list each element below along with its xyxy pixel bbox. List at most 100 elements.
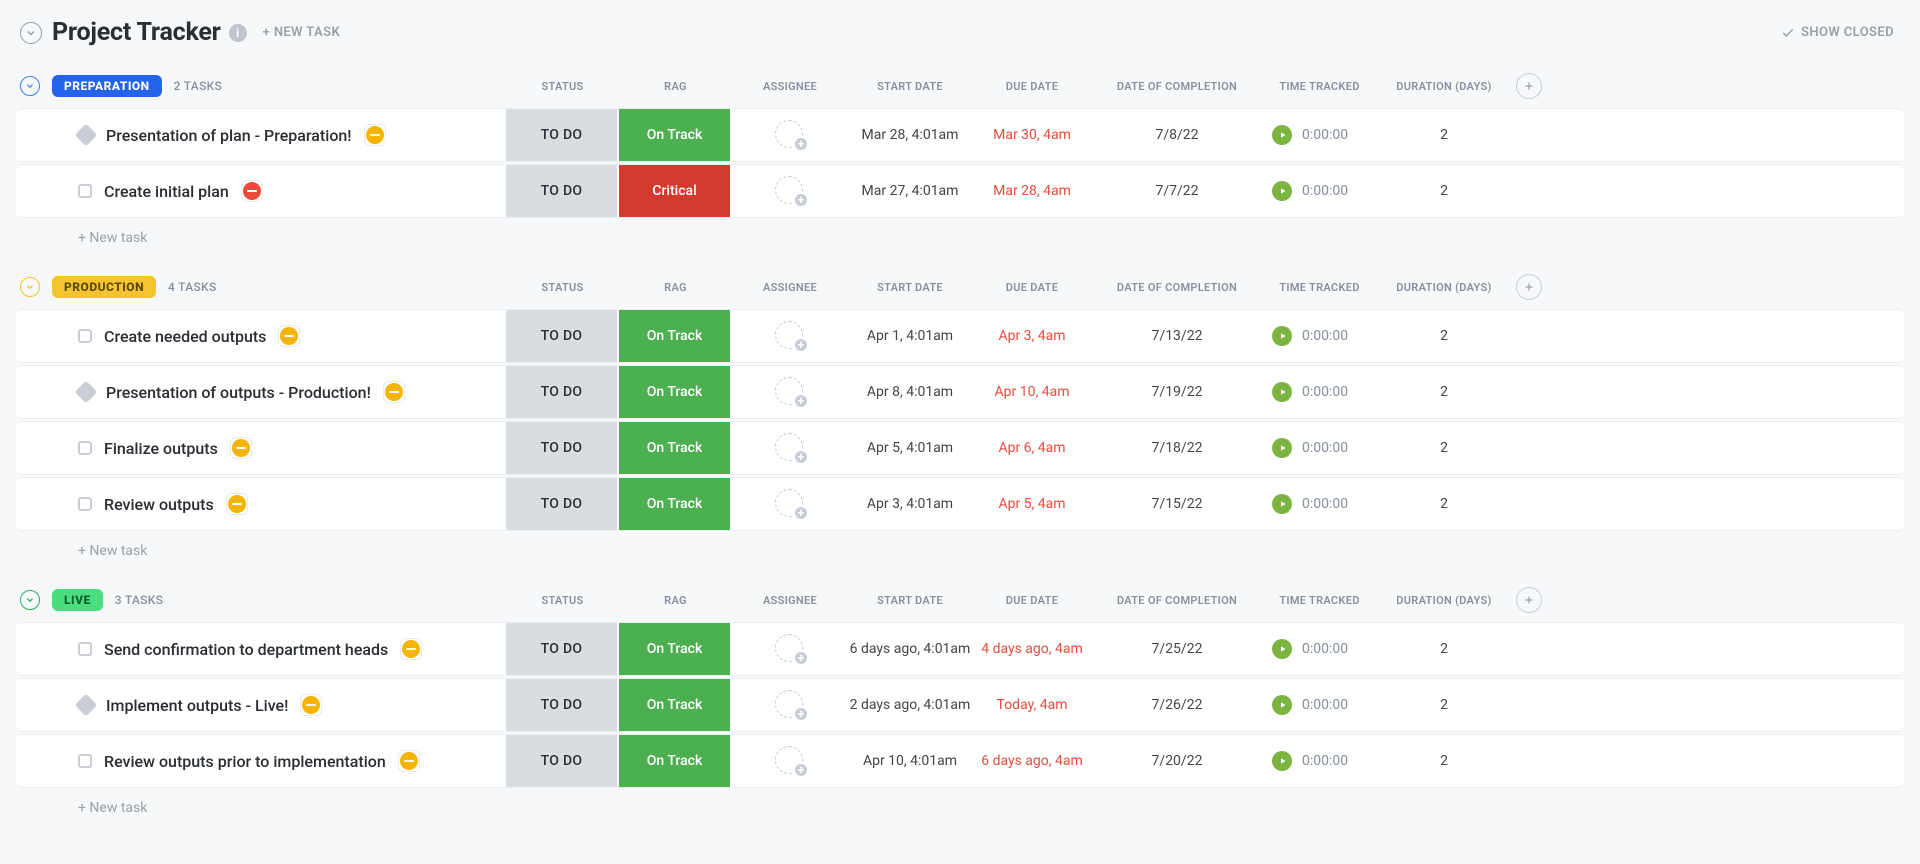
rag-cell[interactable]: On Track [619, 310, 732, 362]
completion-date[interactable]: 7/8/22 [1092, 109, 1262, 161]
col-rag[interactable]: RAG [619, 281, 732, 294]
group-pill[interactable]: PREPARATION [52, 75, 162, 97]
task-status-icon[interactable] [78, 497, 92, 511]
start-date[interactable]: Apr 5, 4:01am [848, 422, 972, 474]
play-icon[interactable] [1272, 494, 1292, 514]
task-status-icon[interactable] [78, 642, 92, 656]
duration[interactable]: 2 [1377, 109, 1511, 161]
start-date[interactable]: 6 days ago, 4:01am [848, 623, 972, 675]
new-task-row[interactable]: + New task [16, 531, 1904, 561]
rag-cell[interactable]: On Track [619, 366, 732, 418]
duration[interactable]: 2 [1377, 623, 1511, 675]
play-icon[interactable] [1272, 125, 1292, 145]
assignee-cell[interactable]: + [732, 623, 848, 675]
due-date[interactable]: Today, 4am [972, 679, 1092, 731]
task-name[interactable]: Review outputs [104, 495, 214, 514]
duration[interactable]: 2 [1377, 679, 1511, 731]
duration[interactable]: 2 [1377, 422, 1511, 474]
status-cell[interactable]: TO DO [506, 366, 619, 418]
task-row[interactable]: Review outputs prior to implementation T… [16, 734, 1904, 788]
assignee-empty[interactable]: + [775, 746, 805, 776]
due-date[interactable]: 4 days ago, 4am [972, 623, 1092, 675]
due-date[interactable]: 6 days ago, 4am [972, 735, 1092, 787]
task-row[interactable]: Presentation of outputs - Production! TO… [16, 365, 1904, 419]
completion-date[interactable]: 7/13/22 [1092, 310, 1262, 362]
chevron-down-icon[interactable] [20, 590, 40, 610]
task-name[interactable]: Send confirmation to department heads [104, 640, 388, 659]
time-tracked[interactable]: 0:00:00 [1262, 679, 1377, 731]
start-date[interactable]: 2 days ago, 4:01am [848, 679, 972, 731]
time-tracked[interactable]: 0:00:00 [1262, 623, 1377, 675]
task-name[interactable]: Create needed outputs [104, 327, 266, 346]
completion-date[interactable]: 7/26/22 [1092, 679, 1262, 731]
due-date[interactable]: Apr 3, 4am [972, 310, 1092, 362]
col-time[interactable]: TIME TRACKED [1262, 80, 1377, 93]
task-status-icon[interactable] [78, 754, 92, 768]
duration[interactable]: 2 [1377, 165, 1511, 217]
task-name[interactable]: Finalize outputs [104, 439, 218, 458]
rag-badge[interactable] [278, 325, 300, 347]
due-date[interactable]: Mar 28, 4am [972, 165, 1092, 217]
duration[interactable]: 2 [1377, 310, 1511, 362]
task-status-icon[interactable] [78, 184, 92, 198]
play-icon[interactable] [1272, 695, 1292, 715]
start-date[interactable]: Mar 27, 4:01am [848, 165, 972, 217]
status-cell[interactable]: TO DO [506, 679, 619, 731]
task-name[interactable]: Presentation of plan - Preparation! [106, 126, 352, 145]
assignee-cell[interactable]: + [732, 422, 848, 474]
assignee-empty[interactable]: + [775, 690, 805, 720]
play-icon[interactable] [1272, 326, 1292, 346]
col-status[interactable]: STATUS [506, 80, 619, 93]
rag-cell[interactable]: On Track [619, 478, 732, 530]
play-icon[interactable] [1272, 751, 1292, 771]
time-tracked[interactable]: 0:00:00 [1262, 422, 1377, 474]
duration[interactable]: 2 [1377, 735, 1511, 787]
col-rag[interactable]: RAG [619, 594, 732, 607]
status-cell[interactable]: TO DO [506, 422, 619, 474]
time-tracked[interactable]: 0:00:00 [1262, 735, 1377, 787]
col-duration[interactable]: DURATION (DAYS) [1377, 281, 1511, 294]
task-name[interactable]: Create initial plan [104, 182, 229, 201]
assignee-cell[interactable]: + [732, 478, 848, 530]
play-icon[interactable] [1272, 639, 1292, 659]
rag-badge[interactable] [364, 124, 386, 146]
due-date[interactable]: Apr 10, 4am [972, 366, 1092, 418]
task-name[interactable]: Review outputs prior to implementation [104, 752, 386, 771]
start-date[interactable]: Apr 1, 4:01am [848, 310, 972, 362]
task-row[interactable]: Create initial plan TO DO Critical + Mar… [16, 164, 1904, 218]
start-date[interactable]: Apr 10, 4:01am [848, 735, 972, 787]
status-cell[interactable]: TO DO [506, 623, 619, 675]
task-row[interactable]: Create needed outputs TO DO On Track + A… [16, 309, 1904, 363]
task-row[interactable]: Send confirmation to department heads TO… [16, 622, 1904, 676]
col-add[interactable] [1511, 274, 1547, 300]
col-time[interactable]: TIME TRACKED [1262, 281, 1377, 294]
rag-cell[interactable]: Critical [619, 165, 732, 217]
rag-badge[interactable] [230, 437, 252, 459]
time-tracked[interactable]: 0:00:00 [1262, 109, 1377, 161]
col-completion[interactable]: DATE OF COMPLETION [1092, 594, 1262, 607]
col-assignee[interactable]: ASSIGNEE [732, 594, 848, 607]
time-tracked[interactable]: 0:00:00 [1262, 366, 1377, 418]
rag-badge[interactable] [300, 694, 322, 716]
play-icon[interactable] [1272, 181, 1292, 201]
completion-date[interactable]: 7/19/22 [1092, 366, 1262, 418]
time-tracked[interactable]: 0:00:00 [1262, 165, 1377, 217]
task-row[interactable]: Review outputs TO DO On Track + Apr 3, 4… [16, 477, 1904, 531]
new-task-button[interactable]: + NEW TASK [263, 25, 340, 40]
assignee-empty[interactable]: + [775, 120, 805, 150]
assignee-cell[interactable]: + [732, 109, 848, 161]
task-row[interactable]: Implement outputs - Live! TO DO On Track… [16, 678, 1904, 732]
rag-badge[interactable] [226, 493, 248, 515]
duration[interactable]: 2 [1377, 478, 1511, 530]
col-completion[interactable]: DATE OF COMPLETION [1092, 80, 1262, 93]
due-date[interactable]: Apr 6, 4am [972, 422, 1092, 474]
rag-cell[interactable]: On Track [619, 422, 732, 474]
col-time[interactable]: TIME TRACKED [1262, 594, 1377, 607]
status-cell[interactable]: TO DO [506, 478, 619, 530]
col-rag[interactable]: RAG [619, 80, 732, 93]
col-duration[interactable]: DURATION (DAYS) [1377, 80, 1511, 93]
col-due[interactable]: DUE DATE [972, 281, 1092, 294]
new-task-row[interactable]: + New task [16, 218, 1904, 248]
col-due[interactable]: DUE DATE [972, 594, 1092, 607]
col-add[interactable] [1511, 73, 1547, 99]
